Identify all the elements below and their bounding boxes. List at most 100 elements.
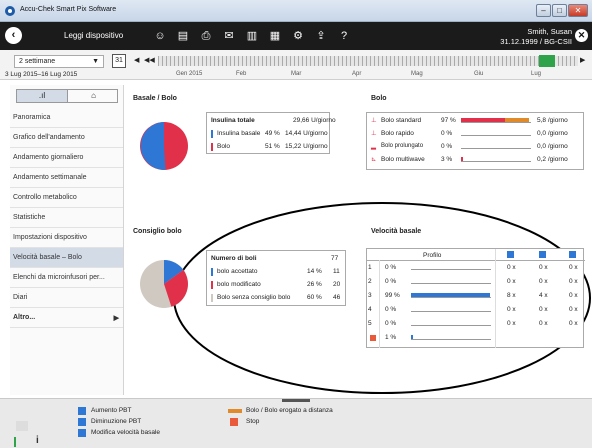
sidebar: .ıl ⌂ Panoramica Grafico dell'andamento …	[10, 85, 124, 395]
month-label: Apr	[352, 71, 362, 77]
bolus-count-value: 77	[331, 255, 339, 262]
basal-rate-table: Profilo 1 0 % 0 x 0 x 0 x 2 0 % 0 x 0 x 0 x 3 99 % 8…	[366, 248, 585, 348]
period-select[interactable]: 2 settimane ▼	[14, 55, 104, 68]
col-divider	[495, 249, 496, 348]
legend-label: Stop	[246, 418, 260, 425]
basal-change-icon	[78, 429, 86, 437]
sidebar-item-diaries[interactable]: Diari	[10, 288, 123, 308]
user-name: Smith, Susan	[527, 27, 572, 36]
sidebar-item-overview[interactable]: Panoramica	[10, 108, 123, 128]
advice-value: 46	[333, 294, 341, 301]
bolus-advice-table: Numero di boli 77 bolo accettato 14 % 11…	[206, 250, 346, 306]
month-label: Lug	[531, 71, 542, 77]
legend-label: Modifica velocità basale	[91, 429, 161, 436]
basal-change-icon	[569, 251, 576, 258]
advice-pct: 14 %	[307, 268, 322, 275]
legend-label: Diminuzione PBT	[91, 418, 142, 425]
profile-bar	[411, 307, 491, 312]
basal-rate-heading: Velocità basale	[371, 228, 422, 235]
step-back-icon[interactable]: ◀	[134, 56, 139, 64]
pdf-icon[interactable]: ▥	[245, 29, 259, 43]
tbr-increase-count: 0 x	[507, 306, 516, 313]
legend-label: Bolo / Bolo erogato a distanza	[246, 407, 333, 414]
settings-icon[interactable]: ⚙	[291, 29, 305, 43]
calendar-day: 31	[115, 57, 123, 64]
read-device-button[interactable]: Leggi dispositivo	[64, 31, 123, 40]
book-icon: ⌂	[91, 91, 96, 100]
stop-icon	[230, 418, 238, 426]
minimize-button[interactable]: –	[536, 4, 551, 17]
save-icon[interactable]: ▤	[176, 29, 190, 43]
fast-back-icon[interactable]: ◀◀	[144, 56, 155, 64]
email-icon[interactable]: ✉	[222, 29, 236, 43]
basal-change-count: 0 x	[569, 320, 578, 327]
profile-number: 5	[368, 320, 372, 327]
profile-number: 2	[368, 278, 372, 285]
basal-change-count: 0 x	[569, 264, 578, 271]
print-icon[interactable]: ⎙	[199, 29, 213, 43]
profile-pct: 1 %	[385, 334, 397, 341]
advice-pct: 60 %	[307, 294, 322, 301]
maximize-button[interactable]: □	[552, 4, 567, 17]
profile-bar-fill	[411, 293, 491, 297]
report-icon[interactable]: ▦	[268, 29, 282, 43]
sidebar-item-daily-trend[interactable]: Andamento giornaliero	[10, 148, 123, 168]
bolus-advice-heading: Consiglio bolo	[133, 228, 182, 235]
back-button[interactable]: ‹	[5, 27, 22, 44]
close-patient-button[interactable]: ✕	[575, 29, 588, 42]
sidebar-item-pump-lists[interactable]: Elenchi da microinfusori per...	[10, 268, 123, 288]
timeline-selection[interactable]	[539, 55, 555, 67]
info-icon[interactable]: i	[36, 435, 39, 446]
month-label: Mar	[291, 71, 302, 77]
sidebar-item-weekly-trend[interactable]: Andamento settimanale	[10, 168, 123, 188]
legend-handle[interactable]	[282, 399, 310, 402]
timeline-bar: 2 settimane ▼ 31 ◀ ◀◀ ▶ 3 Lug 2015–16 Lug…	[0, 50, 592, 80]
chart-view-tab[interactable]: .ıl	[17, 90, 68, 102]
profile-bar	[411, 265, 491, 270]
patients-icon[interactable]: ☺	[153, 29, 167, 43]
export-icon[interactable]: ⇪	[314, 29, 328, 43]
timeline-strip[interactable]	[158, 55, 578, 67]
sidebar-item-more[interactable]: Altro... ▶	[10, 308, 123, 328]
sidebar-item-statistics[interactable]: Statistiche	[10, 208, 123, 228]
profile-pct: 0 %	[385, 306, 397, 313]
help-icon[interactable]: ?	[337, 29, 351, 43]
chevron-down-icon: ▼	[92, 58, 99, 65]
step-forward-icon[interactable]: ▶	[580, 56, 585, 64]
info-accent	[14, 437, 16, 447]
sidebar-item-device-settings[interactable]: Impostazioni dispositivo	[10, 228, 123, 248]
more-label: Altro...	[13, 314, 36, 321]
tbr-increase-count: 8 x	[507, 292, 516, 299]
stop-icon	[370, 335, 376, 341]
tbr-decrease-icon	[78, 418, 86, 426]
basal-change-count: 0 x	[569, 306, 578, 313]
calendar-icon[interactable]: 31	[112, 54, 126, 68]
month-label: Mag	[411, 71, 423, 77]
advice-label: bolo modificato	[217, 281, 261, 288]
advice-value: 20	[333, 281, 341, 288]
logbook-view-tab[interactable]: ⌂	[68, 90, 119, 102]
window-title: Accu-Chek Smart Pix Software	[20, 6, 117, 13]
col-divider	[379, 260, 380, 348]
main-toolbar: ‹ Leggi dispositivo ☺ ▤ ⎙ ✉ ▥ ▦ ⚙ ⇪ ? Sm…	[0, 22, 592, 50]
window-close-button[interactable]: ✕	[568, 4, 588, 17]
annotation-ellipse	[173, 202, 591, 394]
profile-number: 1	[368, 264, 372, 271]
profile-pct: 0 %	[385, 320, 397, 327]
tbr-decrease-count: 0 x	[539, 306, 548, 313]
window-titlebar: Accu-Chek Smart Pix Software – □ ✕	[0, 0, 592, 22]
sidebar-item-metabolic[interactable]: Controllo metabolico	[10, 188, 123, 208]
sidebar-item-trend-graph[interactable]: Grafico dell'andamento	[10, 128, 123, 148]
tbr-decrease-count: 0 x	[539, 278, 548, 285]
sidebar-item-basal-bolus[interactable]: Velocità basale – Bolo	[10, 248, 123, 268]
profile-bar	[411, 321, 491, 326]
basal-change-count: 0 x	[569, 292, 578, 299]
advice-pct: 26 %	[307, 281, 322, 288]
profile-bar	[411, 279, 491, 284]
info-panel	[16, 421, 28, 431]
profile-bar	[411, 293, 491, 298]
basal-table-divider	[367, 260, 585, 261]
profile-number: 4	[368, 306, 372, 313]
accepted-color-marker	[211, 268, 213, 276]
advice-value: 11	[333, 268, 340, 275]
